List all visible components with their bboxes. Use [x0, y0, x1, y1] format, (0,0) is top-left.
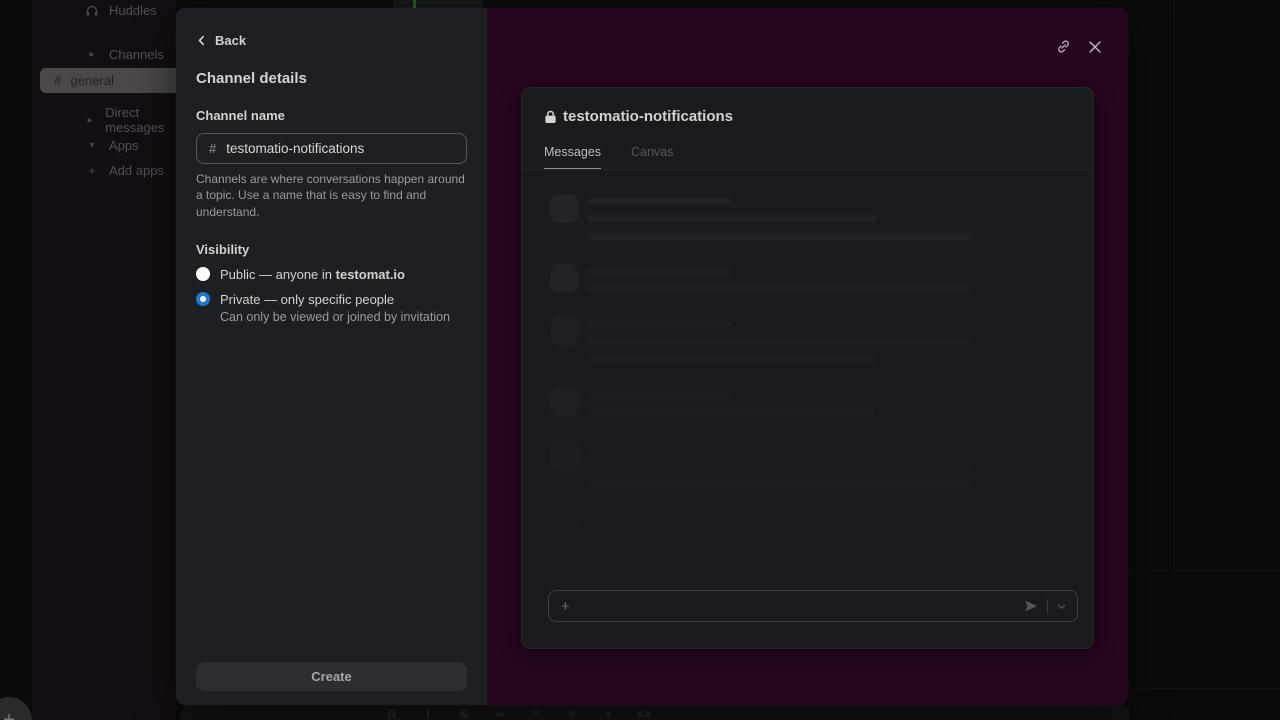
- sidebar-item-channels[interactable]: ▸ Channels: [85, 47, 164, 62]
- bold-icon: B: [385, 707, 399, 720]
- top-green-marker: [413, 0, 416, 8]
- visibility-option-public[interactable]: Public — anyone in testomat.io: [196, 267, 467, 282]
- link-icon: ∞: [493, 707, 507, 720]
- background-divider: [1128, 570, 1280, 571]
- send-icon[interactable]: [1023, 598, 1039, 614]
- sidebar-item-label: Channels: [109, 47, 164, 62]
- headphones-icon: [85, 4, 99, 17]
- skeleton-avatar: [550, 317, 579, 346]
- channel-name-value: testomatio-notifications: [226, 141, 364, 156]
- channel-name-helper: Channels are where conversations happen …: [196, 171, 468, 220]
- background-right-area: [1128, 0, 1280, 720]
- skeleton-avatar: [550, 441, 579, 470]
- blockquote-icon: «: [601, 707, 615, 720]
- preview-channel-title: testomatio-notifications: [563, 108, 733, 125]
- bullet-list-icon: ≡: [565, 707, 579, 720]
- channel-preview-panel: testomatio-notifications Messages Canvas: [487, 8, 1128, 705]
- sidebar-item-direct-messages[interactable]: ▸ Direct messages: [85, 105, 176, 135]
- back-button[interactable]: Back: [196, 33, 467, 48]
- sidebar-item-label: Huddles: [109, 3, 157, 18]
- background-divider: [1128, 688, 1280, 689]
- workspace-name: testomat.io: [336, 267, 405, 282]
- ordered-list-icon: ≡: [529, 707, 543, 720]
- sidebar-item-label: Apps: [109, 138, 139, 153]
- lock-icon: [544, 110, 557, 124]
- dialog-title: Channel details: [196, 70, 467, 87]
- skeleton-avatar: [550, 387, 579, 416]
- plus-icon: +: [85, 163, 99, 178]
- create-button[interactable]: Create: [196, 662, 467, 691]
- background-top-strip: [176, 0, 1280, 8]
- close-icon[interactable]: [1087, 39, 1103, 55]
- sidebar-item-add-apps[interactable]: + Add apps: [85, 163, 164, 178]
- chevron-right-icon: ▸: [85, 49, 99, 60]
- chevron-down-icon: ▾: [85, 140, 99, 151]
- create-channel-dialog: Back Channel details Channel name # test…: [176, 8, 1128, 705]
- dialog-actions: [1055, 38, 1103, 55]
- italic-icon: I: [421, 707, 435, 720]
- screen: Huddles ▸ Channels ▸ Direct messages ▾ A…: [0, 0, 1280, 720]
- sidebar-item-general-selected[interactable]: # general: [40, 68, 176, 93]
- skeleton-avatar: [550, 194, 579, 223]
- sidebar-item-apps[interactable]: ▾ Apps: [85, 138, 139, 153]
- visibility-option-private[interactable]: Private — only specific people: [196, 292, 467, 307]
- tab-canvas[interactable]: Canvas: [631, 145, 673, 170]
- strikethrough-icon: S: [457, 707, 471, 720]
- sidebar-item-huddles[interactable]: Huddles: [85, 3, 157, 18]
- preview-message-input[interactable]: +: [548, 590, 1078, 622]
- create-button-label: Create: [311, 669, 351, 684]
- sidebar-item-label: general: [71, 73, 114, 88]
- composer-format-toolbar: B I S ∞ ≡ ≡ « <>: [385, 707, 651, 720]
- visibility-label: Visibility: [196, 242, 467, 257]
- option-text: Public — anyone in: [220, 267, 332, 282]
- hash-icon: #: [54, 73, 62, 88]
- skeleton-avatar: [550, 509, 579, 538]
- channel-details-panel: Back Channel details Channel name # test…: [176, 8, 487, 705]
- sidebar: Huddles ▸ Channels ▸ Direct messages ▾ A…: [33, 0, 176, 720]
- preview-tabs: Messages Canvas: [544, 145, 673, 170]
- tab-messages[interactable]: Messages: [544, 145, 601, 170]
- sidebar-item-label: Direct messages: [105, 105, 176, 135]
- plus-icon: +: [3, 709, 15, 720]
- preview-channel-header: testomatio-notifications: [544, 108, 733, 125]
- background-top-strip-light: [393, 0, 483, 8]
- hash-icon: #: [209, 141, 216, 156]
- skeleton-avatar: [550, 264, 579, 293]
- channel-name-label: Channel name: [196, 108, 467, 123]
- divider: [1047, 599, 1048, 614]
- channel-name-input[interactable]: # testomatio-notifications: [196, 133, 467, 164]
- code-icon: <>: [637, 707, 651, 720]
- background-divider: [1174, 0, 1175, 570]
- option-label: Private — only specific people: [220, 292, 394, 307]
- private-option-description: Can only be viewed or joined by invitati…: [220, 310, 467, 324]
- chevron-left-icon: [196, 35, 207, 46]
- channel-preview-card: testomatio-notifications Messages Canvas: [521, 87, 1094, 649]
- back-label: Back: [215, 33, 246, 48]
- sidebar-item-label: Add apps: [109, 163, 164, 178]
- plus-icon: +: [561, 598, 570, 615]
- radio-unselected-icon[interactable]: [196, 267, 210, 281]
- radio-selected-icon[interactable]: [196, 292, 210, 306]
- tabs-divider: [522, 169, 1093, 170]
- chevron-down-icon[interactable]: [1056, 601, 1067, 612]
- copy-link-icon[interactable]: [1055, 38, 1072, 55]
- chevron-right-icon: ▸: [85, 115, 95, 126]
- option-label: Public — anyone in testomat.io: [220, 267, 405, 282]
- workspace-rail: [0, 0, 33, 720]
- background-message-composer: B I S ∞ ≡ ≡ « <>: [180, 705, 1130, 720]
